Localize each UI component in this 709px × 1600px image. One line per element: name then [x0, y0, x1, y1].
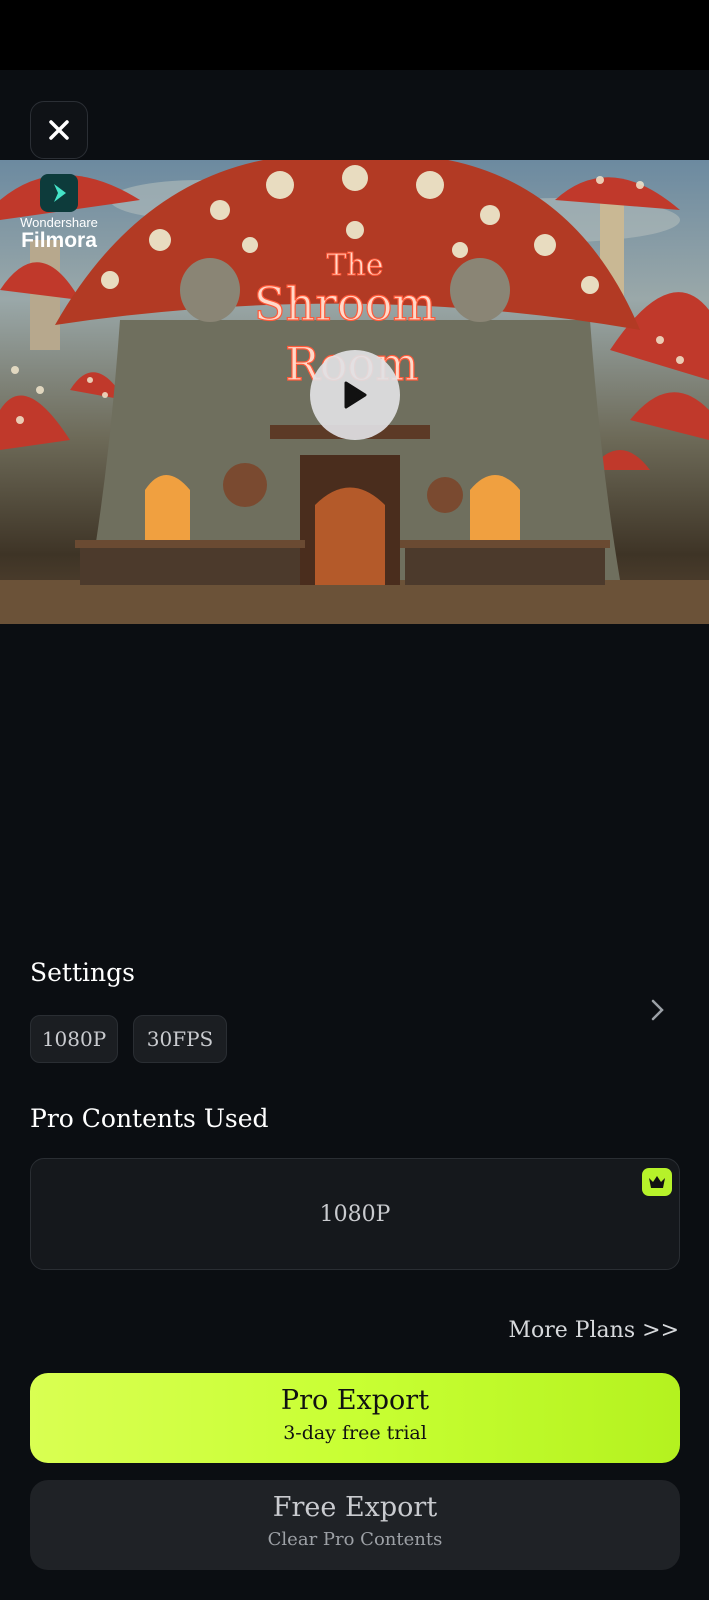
watermark-brand-big: Filmora — [21, 229, 97, 252]
pro-content-item: 1080P — [30, 1158, 680, 1270]
chevron-right-icon[interactable] — [648, 998, 668, 1022]
crown-badge — [642, 1168, 672, 1196]
crown-icon — [649, 1176, 665, 1188]
play-icon — [344, 381, 367, 409]
play-button[interactable] — [310, 350, 400, 440]
status-bar — [0, 0, 709, 70]
pro-content-item-label: 1080P — [319, 1201, 391, 1227]
pro-export-button[interactable]: Pro Export 3-day free trial — [30, 1373, 680, 1463]
watermark-brand-small: Wondershare — [20, 215, 98, 230]
resolution-chip[interactable]: 1080P — [30, 1015, 118, 1063]
fps-chip[interactable]: 30FPS — [133, 1015, 227, 1063]
free-export-button[interactable]: Free Export Clear Pro Contents — [30, 1480, 680, 1570]
free-export-sublabel: Clear Pro Contents — [267, 1529, 443, 1550]
sign-text-shroom: Shroom — [254, 277, 436, 331]
pro-export-label: Pro Export — [280, 1385, 430, 1416]
free-export-label: Free Export — [272, 1492, 438, 1523]
filmora-logo-icon — [40, 174, 78, 212]
filmora-watermark: Wondershare Filmora — [14, 174, 104, 252]
video-preview[interactable]: The Shroom Room Wondershare Filmora — [0, 160, 709, 624]
pro-contents-title: Pro Contents Used — [30, 1104, 269, 1133]
pro-export-sublabel: 3-day free trial — [283, 1422, 427, 1444]
settings-title: Settings — [30, 958, 135, 987]
close-icon — [49, 120, 69, 140]
more-plans-link[interactable]: More Plans >> — [508, 1318, 679, 1343]
close-button[interactable] — [30, 101, 88, 159]
